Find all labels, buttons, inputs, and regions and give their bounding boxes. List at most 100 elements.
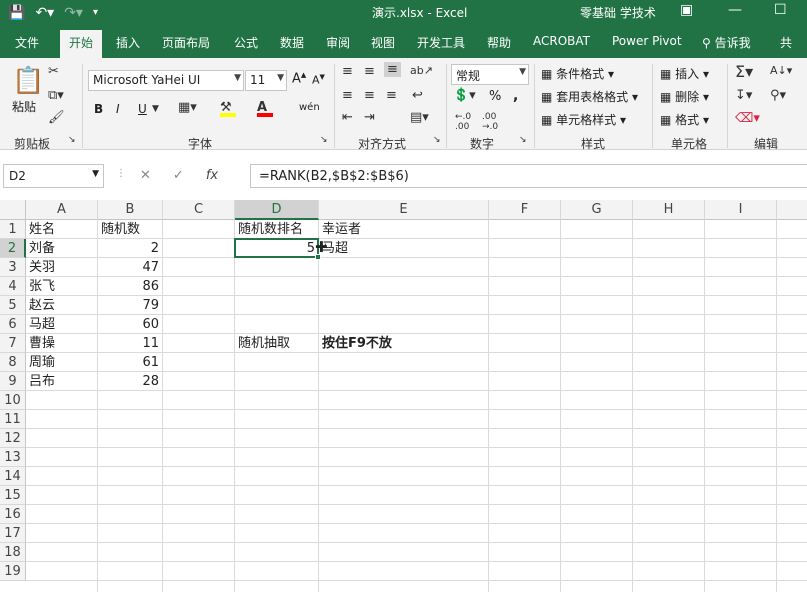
cell-e7[interactable]: 按住F9不放 (319, 334, 395, 353)
font-name-select[interactable]: Microsoft YaHei UI ▼ (88, 70, 244, 91)
row-header-8[interactable]: 8 (0, 353, 26, 372)
row-header-11[interactable]: 11 (0, 410, 26, 429)
tab-power-pivot[interactable]: Power Pivot (612, 34, 682, 48)
cell-b1[interactable]: 随机数 (98, 220, 143, 239)
font-color-icon[interactable]: A (257, 100, 273, 117)
clear-icon[interactable]: ⌫▾ (735, 111, 760, 126)
column-header-e[interactable]: E (319, 200, 489, 220)
row-header-16[interactable]: 16 (0, 505, 26, 524)
row-header-9[interactable]: 9 (0, 372, 26, 391)
find-select-icon[interactable]: ⚲▾ (770, 88, 786, 103)
tab-view[interactable]: 视图 (371, 34, 395, 51)
user-name[interactable]: 零基础 学技术 (580, 4, 656, 21)
cell-b6[interactable]: 60 (98, 315, 162, 334)
tab-acrobat[interactable]: ACROBAT (533, 34, 590, 48)
cell-d1[interactable]: 随机数排名 (235, 220, 306, 239)
currency-icon[interactable]: 💲▾ (453, 88, 476, 103)
row-header-6[interactable]: 6 (0, 315, 26, 334)
tab-review[interactable]: 审阅 (326, 34, 350, 51)
column-header-h[interactable]: H (633, 200, 705, 220)
cell-a1[interactable]: 姓名 (26, 220, 58, 239)
cell-a8[interactable]: 周瑜 (26, 353, 58, 372)
fill-color-icon[interactable]: ⚒ (220, 100, 236, 117)
dialog-launcher-icon[interactable]: ↘ (320, 135, 328, 145)
bold-button[interactable]: B (94, 102, 103, 116)
tab-home[interactable]: 开始 (60, 30, 103, 58)
ribbon-display-icon[interactable]: ▣ (680, 2, 693, 18)
select-all-corner[interactable] (0, 200, 26, 220)
cell-a7[interactable]: 曹操 (26, 334, 58, 353)
conditional-formatting-button[interactable]: ▦ 条件格式 ▾ (541, 65, 614, 82)
row-header-1[interactable]: 1 (0, 220, 26, 239)
cell-b7[interactable]: 11 (98, 334, 162, 353)
row-header-12[interactable]: 12 (0, 429, 26, 448)
copy-icon[interactable]: ⧉▾ (48, 88, 64, 103)
cell-e1[interactable]: 幸运者 (319, 220, 364, 239)
maximize-icon[interactable]: ☐ (774, 2, 787, 18)
number-format-select[interactable]: 常规 ▼ (451, 64, 529, 85)
name-box[interactable]: D2 ▼ (3, 164, 104, 188)
align-middle-icon[interactable]: ≡ (364, 64, 375, 79)
share-button[interactable]: 共 (780, 34, 792, 51)
cancel-icon[interactable]: ✕ (140, 168, 151, 183)
cell-b3[interactable]: 47 (98, 258, 162, 277)
row-header-19[interactable]: 19 (0, 562, 26, 581)
decrease-indent-icon[interactable]: ⇤ (342, 110, 353, 125)
font-size-select[interactable]: 11 ▼ (245, 70, 287, 91)
underline-dropdown-icon[interactable]: ▼ (152, 104, 159, 114)
cut-icon[interactable]: ✂ (48, 64, 59, 79)
sort-filter-icon[interactable]: A↓▾ (770, 64, 792, 77)
delete-cells-button[interactable]: ▦ 删除 ▾ (660, 88, 709, 105)
cell-a6[interactable]: 马超 (26, 315, 58, 334)
align-left-icon[interactable]: ≡ (342, 88, 353, 103)
phonetic-button[interactable]: wén (299, 102, 320, 113)
customize-icon[interactable]: ▾ (93, 3, 98, 23)
tab-formulas[interactable]: 公式 (234, 34, 258, 51)
align-top-icon[interactable]: ≡ (342, 64, 353, 79)
align-right-icon[interactable]: ≡ (386, 88, 397, 103)
save-icon[interactable]: 💾 (8, 3, 25, 23)
cell-b8[interactable]: 61 (98, 353, 162, 372)
dialog-launcher-icon[interactable]: ↘ (68, 135, 76, 145)
cell-area[interactable]: 姓名 随机数 刘备 2 关羽 47 张飞 86 赵云 79 马超 60 曹操 11 周瑜 61 吕布 28 随机数排… (26, 220, 807, 592)
autosum-icon[interactable]: Σ▾ (735, 62, 753, 81)
cell-b5[interactable]: 79 (98, 296, 162, 315)
dialog-launcher-icon[interactable]: ↘ (519, 135, 527, 145)
format-painter-icon[interactable]: 🖌 (48, 110, 65, 125)
tab-insert[interactable]: 插入 (116, 34, 140, 51)
row-header-4[interactable]: 4 (0, 277, 26, 296)
redo-icon[interactable]: ↷▾ (64, 3, 83, 23)
paste-icon[interactable]: 📋 (12, 66, 44, 96)
row-header-3[interactable]: 3 (0, 258, 26, 277)
tab-page-layout[interactable]: 页面布局 (162, 34, 210, 51)
cell-d7[interactable]: 随机抽取 (235, 334, 293, 353)
column-header-a[interactable]: A (26, 200, 98, 220)
cell-a5[interactable]: 赵云 (26, 296, 58, 315)
undo-icon[interactable]: ↶▾ (35, 3, 54, 23)
cell-a4[interactable]: 张飞 (26, 277, 58, 296)
decrease-decimal-icon[interactable]: .00 →.0 (482, 112, 498, 132)
column-header-d[interactable]: D (235, 200, 319, 220)
enter-icon[interactable]: ✓ (173, 168, 184, 183)
cell-styles-button[interactable]: ▦ 单元格样式 ▾ (541, 111, 626, 128)
decrease-font-icon[interactable]: A▼ (312, 73, 325, 87)
cell-b9[interactable]: 28 (98, 372, 162, 391)
formula-input[interactable]: =RANK(B2,$B$2:$B$6) (250, 164, 807, 188)
row-header-10[interactable]: 10 (0, 391, 26, 410)
borders-icon[interactable]: ▦▾ (178, 100, 197, 115)
row-header-7[interactable]: 7 (0, 334, 26, 353)
insert-cells-button[interactable]: ▦ 插入 ▾ (660, 65, 709, 82)
increase-indent-icon[interactable]: ⇥ (364, 110, 375, 125)
dialog-launcher-icon[interactable]: ↘ (433, 135, 441, 145)
column-header-c[interactable]: C (163, 200, 235, 220)
italic-button[interactable]: I (116, 102, 120, 116)
tab-data[interactable]: 数据 (280, 34, 304, 51)
tab-developer[interactable]: 开发工具 (417, 34, 465, 51)
column-header-g[interactable]: G (561, 200, 633, 220)
paste-button[interactable]: 粘贴 (12, 98, 36, 115)
row-header-5[interactable]: 5 (0, 296, 26, 315)
cell-a9[interactable]: 吕布 (26, 372, 58, 391)
minimize-icon[interactable]: — (728, 2, 742, 18)
increase-font-icon[interactable]: A▲ (292, 71, 306, 86)
comma-button[interactable]: , (513, 88, 518, 104)
